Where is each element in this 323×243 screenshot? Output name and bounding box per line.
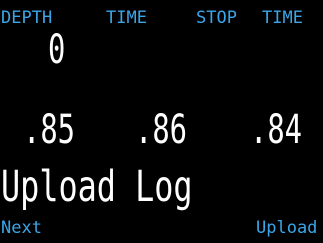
sensor-reading-1: .85 [23, 107, 76, 153]
stop-label: STOP [196, 8, 237, 28]
stop-time-label: TIME [262, 8, 303, 28]
upload-log-message: Upload Log [1, 162, 193, 212]
upload-softkey[interactable]: Upload [256, 218, 317, 238]
depth-label: DEPTH [1, 8, 53, 28]
next-softkey[interactable]: Next [1, 218, 42, 238]
sensor-reading-3: .84 [250, 107, 303, 153]
depth-value: 0 [48, 27, 66, 73]
dive-computer-screen: DEPTH TIME STOP TIME 0 .85 .86 .84 Uploa… [0, 0, 323, 243]
sensor-reading-2: .86 [135, 107, 188, 153]
time-label: TIME [106, 8, 147, 28]
